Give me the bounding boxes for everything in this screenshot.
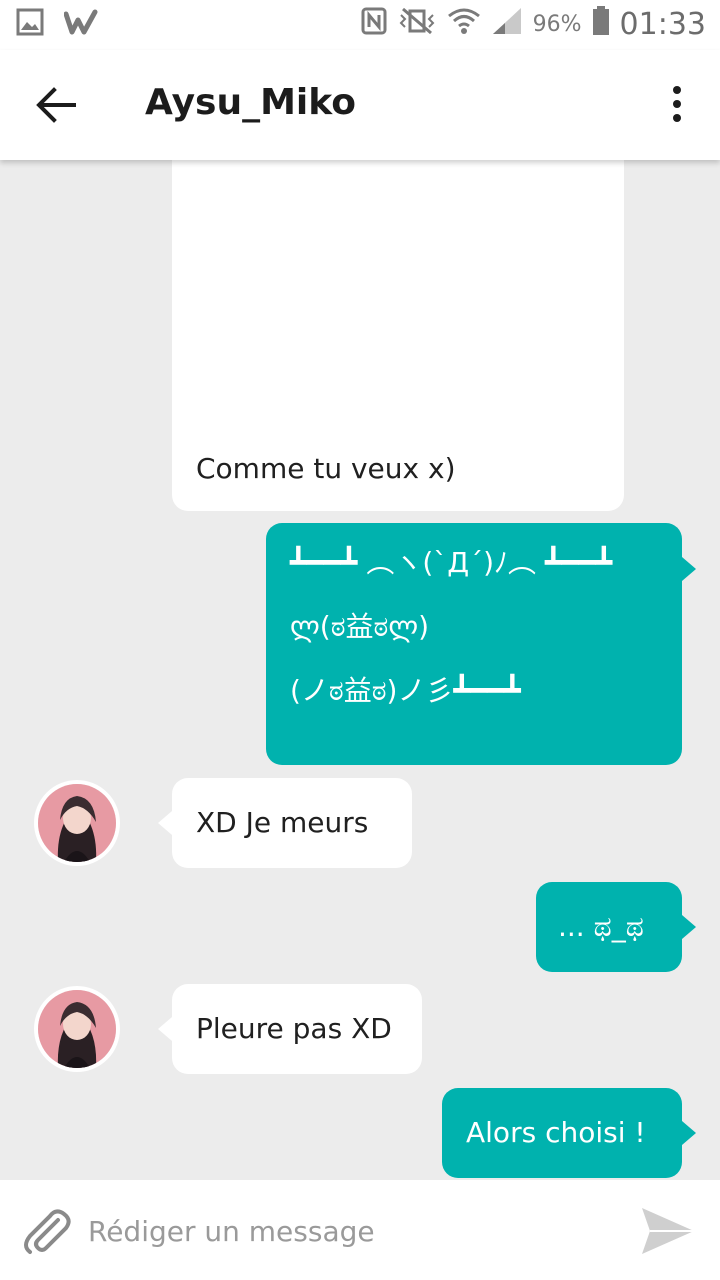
battery-percentage: 96% bbox=[532, 12, 582, 37]
composer-bar bbox=[0, 1180, 720, 1280]
bubble-tail bbox=[682, 557, 696, 581]
send-button[interactable] bbox=[640, 1204, 696, 1258]
paperclip-icon bbox=[24, 1209, 71, 1254]
user-avatar-image bbox=[38, 784, 116, 862]
bubble-tail bbox=[682, 915, 696, 939]
outgoing-message[interactable]: Alors choisi ! bbox=[442, 1088, 696, 1178]
message-text: Alors choisi ! bbox=[466, 1116, 646, 1149]
message-list[interactable]: Comme tu veux x) ┻━━┻ ︵ヽ(`Д´)ﾉ︵ ┻━━┻ ლ(ಠ… bbox=[0, 160, 720, 1180]
bubble-tail bbox=[158, 1017, 172, 1041]
conversation-title: Aysu_Miko bbox=[145, 82, 356, 123]
message-text: Pleure pas XD bbox=[196, 1012, 392, 1045]
message-line: (ノಠ益ಠ)ノ彡┻━━┻ bbox=[290, 674, 521, 707]
message-text: XD Je meurs bbox=[196, 806, 369, 839]
avatar[interactable] bbox=[34, 780, 120, 866]
attach-button[interactable] bbox=[20, 1206, 72, 1258]
battery-icon bbox=[592, 6, 610, 43]
gallery-icon bbox=[16, 8, 44, 40]
overflow-menu-button[interactable] bbox=[662, 84, 692, 124]
bubble-tail bbox=[682, 1121, 696, 1145]
incoming-message[interactable]: Comme tu veux x) bbox=[172, 160, 624, 511]
outgoing-message[interactable]: ... ಥ_ಥ bbox=[536, 882, 696, 972]
user-avatar-image bbox=[38, 990, 116, 1068]
wifi-icon bbox=[447, 6, 481, 43]
message-input[interactable] bbox=[88, 1204, 608, 1258]
status-bar: 96% 01:33 bbox=[0, 0, 720, 50]
message-line: ლ(ಠ益ಠლ) bbox=[290, 610, 430, 643]
incoming-message[interactable]: XD Je meurs bbox=[158, 778, 412, 868]
wattpad-icon bbox=[63, 8, 98, 40]
app-bar: Aysu_Miko bbox=[0, 50, 720, 160]
message-text: ... ಥ_ಥ bbox=[558, 910, 644, 943]
send-icon bbox=[642, 1208, 694, 1254]
vibrate-mute-icon bbox=[397, 7, 437, 42]
incoming-message[interactable]: Pleure pas XD bbox=[158, 984, 422, 1074]
signal-icon bbox=[491, 6, 523, 43]
message-line: ┻━━┻ ︵ヽ(`Д´)ﾉ︵ ┻━━┻ bbox=[290, 546, 613, 579]
bubble-tail bbox=[158, 811, 172, 835]
back-button[interactable] bbox=[30, 82, 80, 128]
nfc-icon bbox=[361, 7, 387, 42]
arrow-left-icon bbox=[36, 87, 76, 123]
outgoing-message[interactable]: ┻━━┻ ︵ヽ(`Д´)ﾉ︵ ┻━━┻ ლ(ಠ益ಠლ) (ノಠ益ಠ)ノ彡┻━━┻ bbox=[266, 523, 696, 765]
message-text: Comme tu veux x) bbox=[196, 452, 456, 485]
clock: 01:33 bbox=[619, 7, 706, 42]
avatar[interactable] bbox=[34, 986, 120, 1072]
more-vertical-icon bbox=[673, 86, 681, 122]
